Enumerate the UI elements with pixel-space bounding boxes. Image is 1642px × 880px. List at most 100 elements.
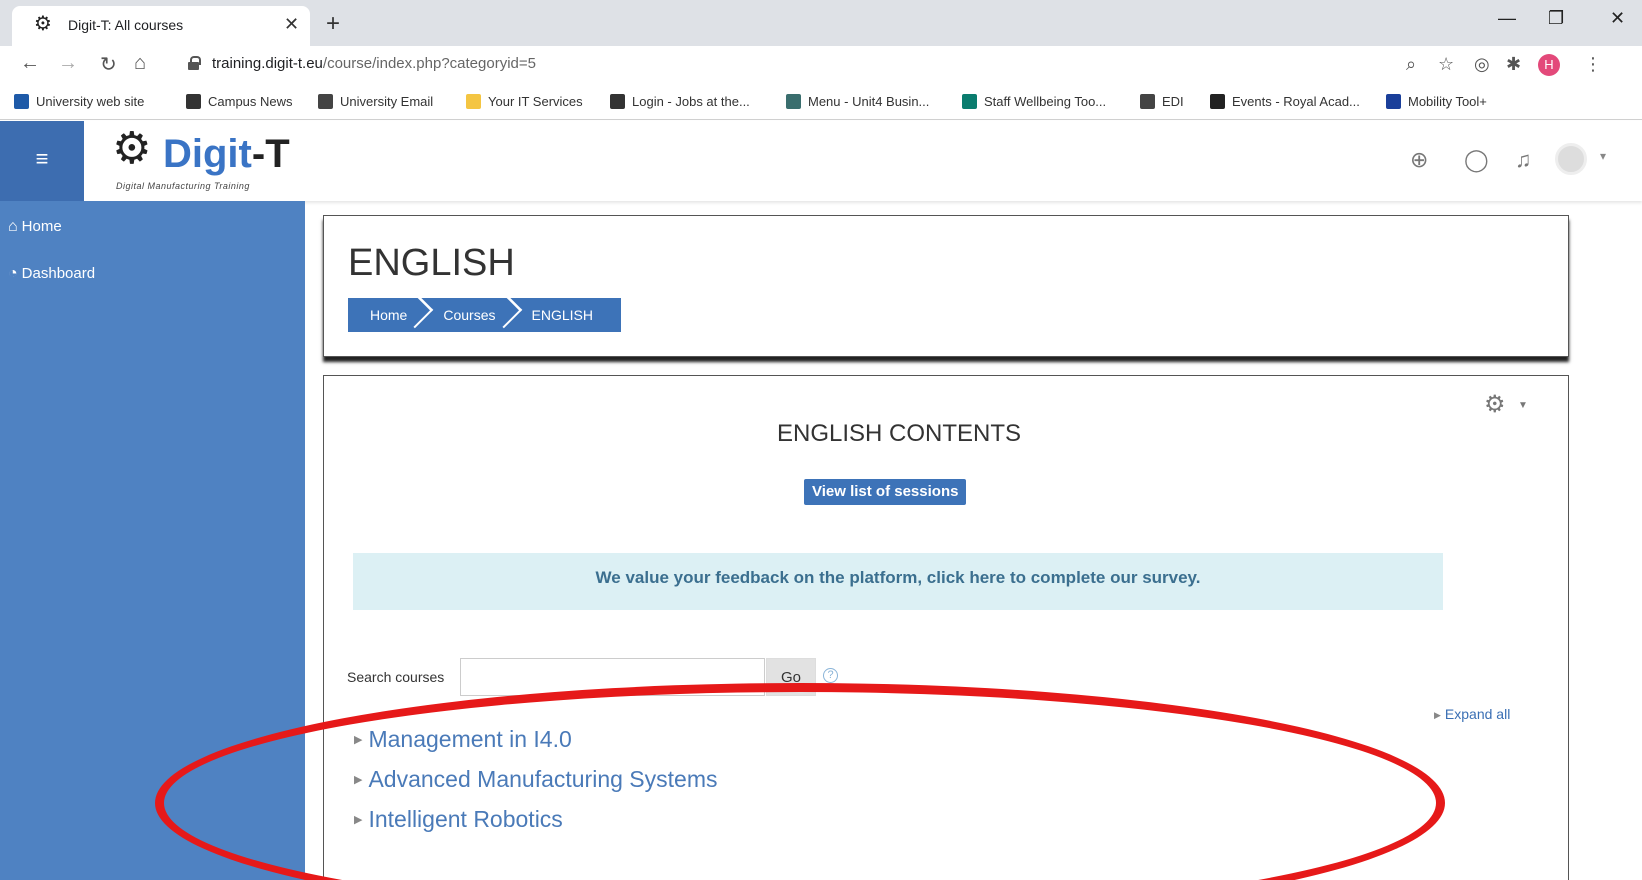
category-item[interactable]: ▶ Intelligent Robotics xyxy=(354,806,563,833)
bookmark-favicon-icon xyxy=(318,94,333,109)
chevron-down-icon[interactable]: ▼ xyxy=(1518,400,1528,411)
expand-all-label: Expand all xyxy=(1444,706,1511,722)
menu-icon[interactable]: ≡ xyxy=(0,121,84,201)
url-domain: training.digit-t.eu xyxy=(212,55,323,72)
category-label: Advanced Manufacturing Systems xyxy=(368,766,718,792)
page-title: ENGLISH xyxy=(348,242,515,284)
bookmark-label: Mobility Tool+ xyxy=(1408,94,1487,109)
triangle-right-icon: ▶ xyxy=(354,814,363,826)
zoom-icon[interactable]: ⌕ xyxy=(1406,54,1416,75)
user-avatar[interactable] xyxy=(1555,143,1587,175)
help-icon[interactable]: ? xyxy=(823,668,838,683)
gear-icon: ⚙ xyxy=(34,13,52,35)
logo-text-a: Digit xyxy=(163,132,252,176)
triangle-right-icon: ▶ xyxy=(354,774,363,786)
bookmark-item[interactable]: Staff Wellbeing Too... xyxy=(962,94,1106,109)
triangle-right-icon: ▶ xyxy=(354,734,363,746)
breadcrumb-current[interactable]: ENGLISH xyxy=(510,298,607,332)
sidebar-item-dashboard[interactable]: ◔ Dashboard xyxy=(8,265,95,283)
reload-icon[interactable]: ↻ xyxy=(100,52,117,77)
sidebar-item-home[interactable]: ⌂ Home xyxy=(8,218,62,236)
category-label: Management in I4.0 xyxy=(368,726,572,752)
bookmark-item[interactable]: Mobility Tool+ xyxy=(1386,94,1487,109)
tab-title: Digit-T: All courses xyxy=(68,17,184,33)
search-courses-input[interactable] xyxy=(460,658,765,696)
back-icon[interactable]: ← xyxy=(20,52,40,75)
settings-gear-icon[interactable]: ⚙ xyxy=(1484,390,1506,419)
sidebar-item-label: Dashboard xyxy=(21,265,96,282)
section-title: ENGLISH CONTENTS xyxy=(776,420,1022,447)
address-bar[interactable]: training.digit-t.eu/course/index.php?cat… xyxy=(212,55,536,72)
triangle-right-icon: ▶ xyxy=(1434,710,1441,720)
url-path: /course/index.php?categoryid=5 xyxy=(322,55,536,72)
bookmark-item[interactable]: Events - Royal Acad... xyxy=(1210,94,1360,109)
minimize-icon[interactable]: — xyxy=(1498,8,1516,29)
logo-text-b: -T xyxy=(251,132,290,176)
language-globe-icon[interactable]: ⊕ xyxy=(1410,147,1428,173)
forward-icon[interactable]: → xyxy=(58,52,78,75)
bookmark-favicon-icon xyxy=(610,94,625,109)
notifications-bell-icon[interactable]: ♫ xyxy=(1515,147,1532,173)
bookmark-label: University web site xyxy=(36,94,145,109)
bookmark-item[interactable]: EDI xyxy=(1140,94,1184,109)
browser-toolbar: ← → ↻ ⌂ training.digit-t.eu/course/index… xyxy=(0,46,1642,86)
category-label: Intelligent Robotics xyxy=(368,806,563,832)
bookmark-item[interactable]: Your IT Services xyxy=(466,94,583,109)
bookmark-favicon-icon xyxy=(186,94,201,109)
bookmark-item[interactable]: University Email xyxy=(318,94,433,109)
sidebar-item-label: Home xyxy=(21,218,62,235)
breadcrumb-home[interactable]: Home xyxy=(348,298,421,332)
profile-avatar[interactable]: H xyxy=(1538,54,1560,76)
bookmark-label: Menu - Unit4 Busin... xyxy=(808,94,930,109)
category-item[interactable]: ▶ Advanced Manufacturing Systems xyxy=(354,766,717,793)
bookmark-favicon-icon xyxy=(786,94,801,109)
logo-gear-icon: ⚙ xyxy=(112,124,152,173)
bookmark-label: University Email xyxy=(340,94,434,109)
page-header: ENGLISH Home Courses ENGLISH xyxy=(323,215,1569,357)
lock-icon[interactable] xyxy=(188,56,201,70)
messages-icon[interactable]: ◯ xyxy=(1464,147,1489,173)
close-window-icon[interactable]: ✕ xyxy=(1610,8,1625,29)
puzzle-icon[interactable]: ✱ xyxy=(1506,54,1521,75)
bookmark-favicon-icon xyxy=(14,94,29,109)
breadcrumb: Home Courses ENGLISH xyxy=(348,298,621,332)
new-tab-icon[interactable]: + xyxy=(326,10,340,38)
bookmark-item[interactable]: Login - Jobs at the... xyxy=(610,94,750,109)
site-logo[interactable]: Digit-T xyxy=(163,134,290,174)
chevron-down-icon[interactable]: ▾ xyxy=(1600,149,1606,163)
bookmark-label: EDI xyxy=(1162,94,1184,109)
restore-icon[interactable]: ❐ xyxy=(1548,8,1564,29)
extension-icon[interactable]: ◎ xyxy=(1474,54,1490,75)
home-icon: ⌂ xyxy=(8,218,18,235)
bookmark-label: Login - Jobs at the... xyxy=(632,94,750,109)
bookmark-favicon-icon xyxy=(962,94,977,109)
breadcrumb-courses[interactable]: Courses xyxy=(421,298,509,332)
category-item[interactable]: ▶ Management in I4.0 xyxy=(354,726,572,753)
bookmark-favicon-icon xyxy=(1386,94,1401,109)
bookmark-favicon-icon xyxy=(466,94,481,109)
bookmark-favicon-icon xyxy=(1210,94,1225,109)
view-sessions-button[interactable]: View list of sessions xyxy=(804,479,967,505)
go-button[interactable]: Go xyxy=(766,658,816,696)
feedback-survey-link[interactable]: We value your feedback on the platform, … xyxy=(353,553,1443,610)
dashboard-icon: ◔ xyxy=(8,265,18,282)
sidebar: ⌂ Home ◔ Dashboard xyxy=(0,201,305,880)
expand-all-link[interactable]: ▶ Expand all xyxy=(1434,706,1510,722)
bookmark-label: Your IT Services xyxy=(488,94,583,109)
bookmark-label: Staff Wellbeing Too... xyxy=(984,94,1107,109)
home-nav-icon[interactable]: ⌂ xyxy=(134,52,146,75)
bookmark-item[interactable]: University web site xyxy=(14,94,144,109)
logo-subtitle: Digital Manufacturing Training xyxy=(116,181,250,191)
close-tab-icon[interactable]: ✕ xyxy=(284,14,299,35)
bookmark-label: Events - Royal Acad... xyxy=(1232,94,1360,109)
bookmark-label: Campus News xyxy=(208,94,293,109)
browser-tabstrip: ⚙ Digit-T: All courses ✕ + — ❐ ✕ xyxy=(0,0,1642,46)
site-header: ≡ ⚙ Digit-T Digital Manufacturing Traini… xyxy=(0,121,1642,201)
browser-tab[interactable]: ⚙ Digit-T: All courses ✕ xyxy=(12,6,310,46)
bookmarks-bar: University web site Campus News University… xyxy=(0,86,1642,120)
star-icon[interactable]: ☆ xyxy=(1438,54,1454,75)
bookmark-item[interactable]: Campus News xyxy=(186,94,293,109)
search-label: Search courses xyxy=(347,669,445,685)
browser-menu-icon[interactable]: ⋮ xyxy=(1584,54,1602,75)
bookmark-item[interactable]: Menu - Unit4 Busin... xyxy=(786,94,929,109)
